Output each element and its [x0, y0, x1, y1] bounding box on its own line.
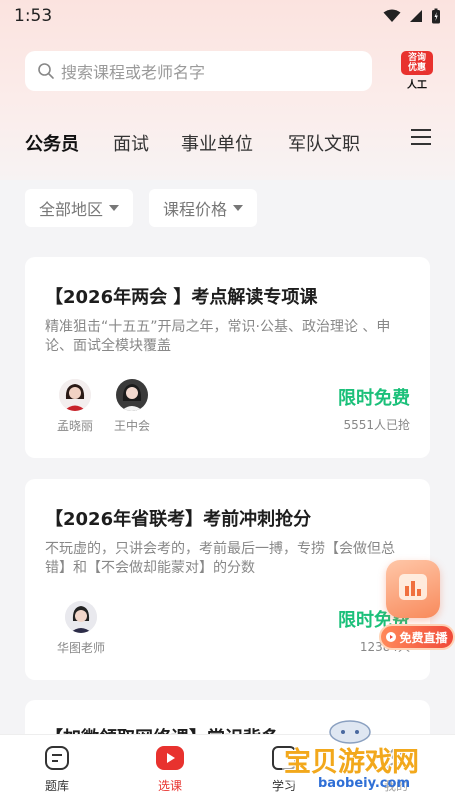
teacher-name: 华图老师 [56, 641, 105, 655]
tab-interview[interactable]: 面试 [113, 130, 149, 156]
nav-label: 题库 [44, 779, 69, 793]
course-title: 【2026年省联考】考前冲刺抢分 [45, 509, 312, 530]
service-badge-line1: 咨询 [407, 53, 426, 63]
filter-bar: 全部地区 课程价格 [25, 189, 258, 227]
category-tabs: 公务员 面试 事业单位 军队文职 [0, 120, 455, 164]
nav-question-bank[interactable]: 题库 [27, 745, 87, 794]
caret-down-icon [233, 205, 244, 211]
caret-down-icon [109, 205, 120, 211]
price-filter[interactable]: 课程价格 [149, 189, 258, 227]
site-watermark: 宝贝游戏网 baobeiy.com [270, 718, 455, 804]
service-badge: 咨询 优惠 [401, 51, 433, 75]
course-description: 不玩虚的，只讲会考的，考前最后一搏，专捞【会做但总错】和【不会做却能蒙对】的分数 [45, 541, 395, 576]
course-card[interactable]: 【2026年两会 】考点解读专项课 精准狙击“十五五”开局之年，常识·公基、政治… [25, 257, 430, 458]
question-bank-icon [45, 746, 69, 770]
teacher[interactable]: 孟晓丽 [50, 379, 100, 434]
status-time: 1:53 [14, 6, 53, 26]
status-icons [383, 8, 441, 24]
search-input[interactable]: 搜索课程或老师名字 [25, 51, 372, 91]
status-bar: 1:53 [0, 0, 455, 32]
teacher[interactable]: 华图老师 [56, 601, 106, 656]
menu-icon[interactable] [411, 128, 431, 146]
teacher-avatar [59, 379, 91, 411]
teacher-name: 孟晓丽 [56, 419, 93, 433]
play-icon [386, 632, 397, 642]
watermark-subtitle: baobeiy.com [318, 776, 410, 791]
play-video-icon [156, 746, 184, 770]
course-price: 限时免费 [338, 388, 410, 409]
region-filter[interactable]: 全部地区 [25, 189, 134, 227]
tab-civil-servant[interactable]: 公务员 [25, 130, 79, 156]
service-label: 人工 [407, 80, 427, 91]
tab-public-institution[interactable]: 事业单位 [181, 130, 253, 156]
service-badge-line2: 优惠 [407, 63, 426, 73]
course-description: 精准狙击“十五五”开局之年，常识·公基、政治理论 、申论、面试全模块覆盖 [45, 319, 391, 354]
enrolled-count: 5551人已抢 [343, 418, 410, 432]
search-icon [38, 63, 54, 79]
nav-label: 选课 [157, 779, 182, 793]
wifi-icon [383, 9, 401, 22]
free-live-float-button[interactable]: 免费直播 [379, 556, 455, 654]
teacher[interactable]: 王中会 [107, 379, 157, 434]
battery-icon [432, 8, 440, 24]
price-filter-label: 课程价格 [163, 200, 228, 219]
search-row: 搜索课程或老师名字 咨询 优惠 人工 [25, 51, 435, 91]
watermark-title: 宝贝游戏网 [284, 747, 419, 778]
course-title: 【加微领取网络课】常识背多 [45, 724, 279, 734]
course-card[interactable]: 【2026年省联考】考前冲刺抢分 不玩虚的，只讲会考的，考前最后一搏，专捞【会做… [25, 479, 430, 680]
signal-icon [410, 10, 422, 22]
free-live-text: 免费直播 [399, 630, 448, 645]
teacher-avatar [65, 601, 97, 633]
nav-course-select[interactable]: 选课 [140, 745, 200, 794]
live-gift-icon [386, 560, 440, 618]
teacher-avatar [116, 379, 148, 411]
course-title: 【2026年两会 】考点解读专项课 [45, 287, 318, 308]
region-filter-label: 全部地区 [39, 200, 104, 219]
free-live-label: 免费直播 [379, 624, 455, 650]
tab-military-civilian[interactable]: 军队文职 [288, 130, 360, 156]
customer-service-button[interactable]: 咨询 优惠 人工 [399, 51, 435, 91]
teacher-name: 王中会 [113, 419, 150, 433]
search-placeholder: 搜索课程或老师名字 [61, 63, 206, 82]
